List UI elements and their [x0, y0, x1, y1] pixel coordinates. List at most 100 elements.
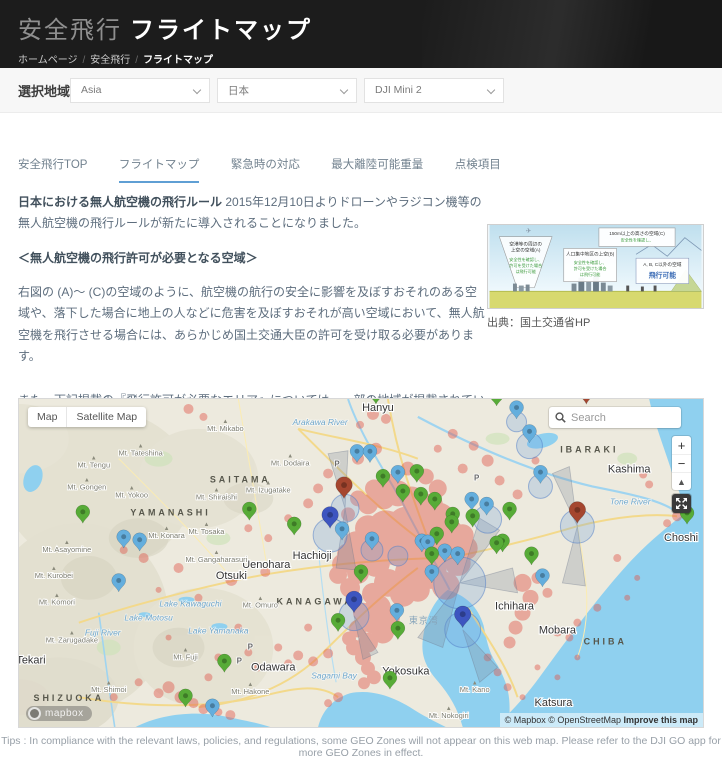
map-label: Tone River	[610, 496, 652, 506]
svg-text:安全性を確認し、: 安全性を確認し、	[574, 259, 607, 265]
map-label: Mt. Gangaharasuri	[186, 555, 248, 564]
map-label: Mt. Omuro	[243, 601, 278, 610]
airspace-diagram: ✈ 空港等の周辺の 上空の空域(A) 安全性を確認し、 許可を受けた場合 は飛行…	[487, 224, 704, 330]
svg-text:A, B, C以外の空域: A, B, C以外の空域	[643, 261, 681, 268]
map-label: Lake Kawaguchi	[159, 599, 222, 609]
map-label: Mt. Asayomine	[42, 545, 91, 554]
map-label: Mt. Fuji	[173, 652, 198, 661]
zoom-in-button[interactable]: +	[672, 436, 691, 454]
map-label: Odawara	[251, 661, 296, 673]
country-select[interactable]: 日本	[217, 78, 357, 103]
mapbox-logo-icon	[28, 707, 41, 720]
flight-map[interactable]: HanyuHachiojiOtsukiUenoharaYokosukaOdawa…	[18, 398, 704, 728]
osm-attribution-link[interactable]: © OpenStreetMap	[548, 715, 621, 725]
intro-paragraph: 日本における無人航空機の飛行ルール 2015年12月10日よりドローンやラジコン…	[18, 192, 488, 235]
map-label: Mt. Shimoi	[91, 685, 127, 694]
map-label: P	[334, 460, 340, 469]
map-label: Fuji River	[85, 628, 122, 638]
airspace-diagram-image: ✈ 空港等の周辺の 上空の空域(A) 安全性を確認し、 許可を受けた場合 は飛行…	[487, 224, 704, 309]
svg-text:安全性を確認し、: 安全性を確認し、	[621, 237, 654, 243]
map-label: P	[248, 642, 254, 651]
map-label: Choshi	[664, 532, 698, 544]
map-label: KANAGAWA	[277, 597, 354, 607]
svg-text:人口集中地区の上空(B): 人口集中地区の上空(B)	[566, 250, 615, 257]
map-label: Lake Yamanaka	[188, 626, 249, 636]
svg-text:許可を受けた場合: 許可を受けた場合	[574, 265, 607, 271]
map-label: Mt. Dodaira	[271, 459, 310, 468]
map-label: Mt. Kano	[460, 685, 490, 694]
fullscreen-button[interactable]	[672, 494, 691, 513]
svg-text:は飛行可能: は飛行可能	[515, 268, 535, 274]
section-title: 安全飛行	[18, 17, 122, 44]
page-header: 安全飛行フライトマップ ホームページ/安全飛行/フライトマップ	[0, 0, 722, 68]
map-label: Sagami Bay	[311, 670, 357, 680]
continent-select[interactable]: Asia	[70, 78, 210, 103]
map-label: Mt. Hakone	[231, 687, 269, 696]
map-label: Mt. Tateshina	[119, 449, 164, 458]
map-label: Katsura	[535, 697, 574, 709]
breadcrumb-home[interactable]: ホームページ	[18, 55, 78, 66]
map-label: Mt. Izugatake	[246, 485, 291, 494]
map-label: Hachioji	[293, 550, 332, 562]
map-search-box	[549, 407, 681, 428]
article-section: 日本における無人航空機の飛行ルール 2015年12月10日よりドローンやラジコン…	[18, 192, 704, 380]
search-input[interactable]	[571, 412, 671, 424]
chevron-down-icon	[193, 85, 201, 93]
fullscreen-icon	[676, 498, 687, 509]
map-label: Ichihara	[495, 601, 535, 613]
map-label: Mt. Kurobei	[35, 571, 74, 580]
svg-text:飛行可能: 飛行可能	[648, 271, 676, 280]
map-label: YAMANASHI	[130, 507, 210, 517]
mapbox-attribution-link[interactable]: © Mapbox	[505, 715, 546, 725]
figure-caption: 出典：国土交通省HP	[487, 314, 704, 330]
search-icon	[555, 412, 566, 423]
page-title-text: フライトマップ	[130, 17, 312, 44]
tab-emergency[interactable]: 緊急時の対応	[231, 156, 300, 181]
compass-button[interactable]: ▲	[672, 472, 691, 490]
map-label: Lake Motosu	[124, 613, 173, 623]
svg-text:上空の空域(A): 上空の空域(A)	[511, 246, 541, 252]
map-label: Mt. Komori	[39, 598, 75, 607]
breadcrumb-section[interactable]: 安全飛行	[90, 55, 130, 66]
map-label: Mobara	[539, 625, 577, 637]
map-label: Mt. Shiraishi	[196, 492, 237, 501]
map-label: P	[474, 474, 480, 483]
mapbox-logo[interactable]: mapbox	[26, 706, 92, 721]
map-label: Hanyu	[362, 402, 394, 414]
map-label: Arakawa River	[292, 417, 349, 427]
map-view-button[interactable]: Map	[28, 407, 66, 427]
tab-inspection[interactable]: 点検項目	[455, 156, 501, 181]
svg-text:安全性を確認し、: 安全性を確認し、	[509, 256, 542, 262]
map-attribution: © Mapbox © OpenStreetMap Improve this ma…	[500, 713, 703, 727]
tab-flight-map[interactable]: フライトマップ	[119, 156, 200, 183]
region-selector-bar: 選択地域 Asia 日本 DJI Mini 2	[0, 68, 722, 113]
map-zoom-controls: + − ▲	[672, 436, 691, 490]
geo-zones-tip: Tips : In compliance with the relevant l…	[0, 735, 722, 759]
improve-map-link[interactable]: Improve this map	[623, 715, 698, 725]
zoom-out-button[interactable]: −	[672, 454, 691, 472]
map-label: Mt. Tengu	[77, 461, 110, 470]
map-label: 東京湾	[409, 615, 439, 626]
tab-safety-top[interactable]: 安全飛行TOP	[18, 156, 87, 181]
breadcrumb: ホームページ/安全飛行/フライトマップ	[18, 51, 722, 66]
map-label: SHIZUOKA	[34, 693, 105, 703]
svg-text:許可を受けた場合: 許可を受けた場合	[509, 262, 542, 268]
region-selector-label: 選択地域	[18, 81, 70, 100]
svg-text:は飛行可能: は飛行可能	[580, 271, 600, 277]
map-label: CHIBA	[584, 637, 627, 647]
map-label: Kashima	[608, 464, 652, 476]
airplane-icon: ✈	[526, 228, 532, 235]
satellite-view-button[interactable]: Satellite Map	[66, 407, 146, 427]
map-label: Mt. Konara	[148, 531, 185, 540]
drone-model-select[interactable]: DJI Mini 2	[364, 78, 504, 103]
map-label: P	[237, 656, 243, 665]
map-label: Mt. Tosaka	[188, 527, 225, 536]
tab-max-takeoff-weight[interactable]: 最大離陸可能重量	[331, 156, 423, 181]
airspace-paragraph: 右図の (A)～ (C)の空域のように、航空機の航行の安全に影響を及ぼすおそれの…	[18, 282, 488, 367]
map-label: SAITAMA	[210, 475, 271, 485]
map-label: IBARAKI	[560, 445, 618, 455]
map-label: Mt. Mikabo	[207, 424, 244, 433]
breadcrumb-current: フライトマップ	[143, 55, 213, 66]
chevron-down-icon	[340, 85, 348, 93]
tab-bar: 安全飛行TOP フライトマップ 緊急時の対応 最大離陸可能重量 点検項目	[18, 155, 704, 183]
